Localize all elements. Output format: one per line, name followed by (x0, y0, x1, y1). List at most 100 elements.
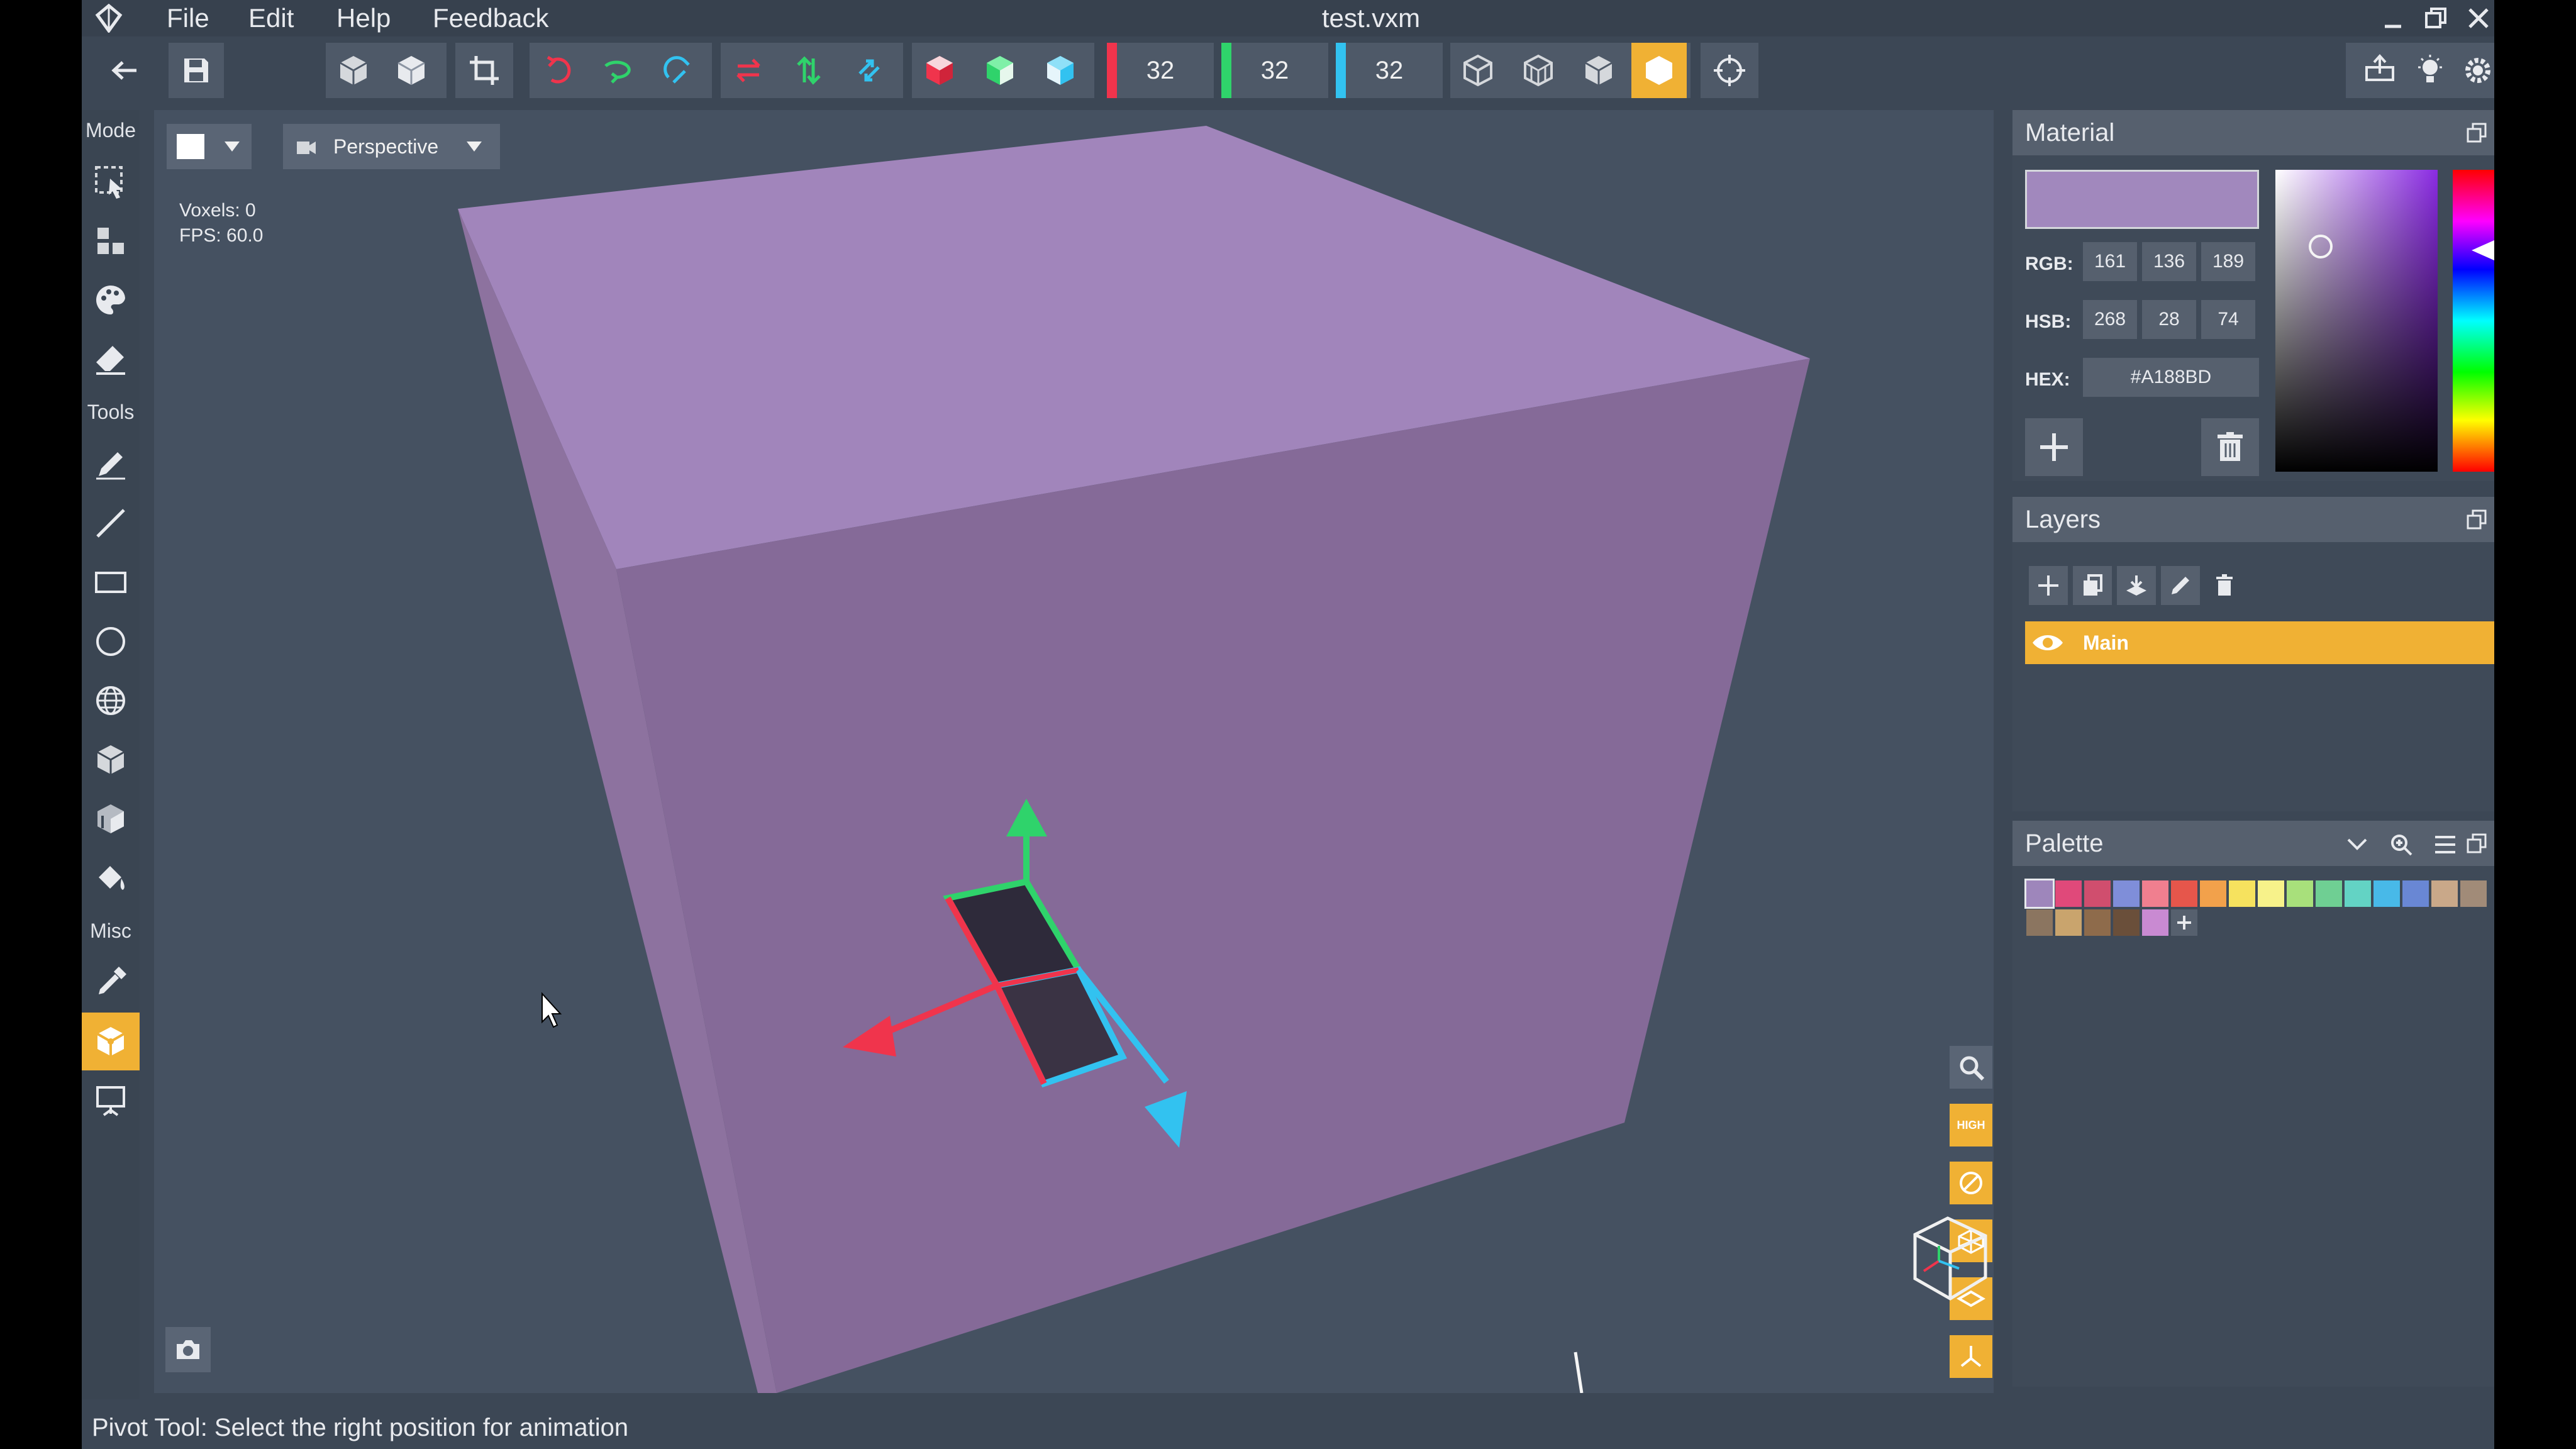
palette-swatch[interactable] (2373, 880, 2400, 907)
fill-tool-button[interactable] (82, 849, 140, 907)
voxel-mode-button[interactable] (82, 212, 140, 270)
wireframe-button[interactable] (1450, 43, 1506, 98)
palette-zoom-button[interactable] (2386, 830, 2416, 860)
hsb-s-field[interactable]: 28 (2142, 300, 2196, 339)
shift-x-button[interactable] (912, 43, 967, 98)
palette-swatch[interactable] (2431, 880, 2458, 907)
paint-mode-button[interactable] (82, 271, 140, 329)
flip-z-button[interactable] (841, 43, 897, 98)
size-y-field[interactable]: 32 (1221, 43, 1328, 98)
size-z-field[interactable]: 32 (1336, 43, 1443, 98)
pencil-tool-button[interactable] (82, 435, 140, 493)
zoom-fit-button[interactable] (1950, 1046, 1992, 1089)
minimize-icon[interactable] (2377, 3, 2409, 34)
add-layer-button[interactable] (2029, 566, 2068, 605)
delete-color-button[interactable] (2201, 418, 2259, 476)
flip-y-button[interactable] (781, 43, 836, 98)
rename-layer-button[interactable] (2161, 566, 2200, 605)
navigation-cube[interactable] (1902, 1211, 1990, 1305)
palette-swatch[interactable] (2258, 880, 2284, 907)
menu-file[interactable]: File (167, 1, 209, 35)
smooth-mode-button[interactable] (1631, 43, 1687, 98)
palette-swatch[interactable] (2142, 909, 2168, 936)
palette-swatch[interactable] (2055, 880, 2082, 907)
rgb-b-field[interactable]: 189 (2201, 242, 2255, 281)
rotate-z-button[interactable] (650, 43, 706, 98)
palette-swatch[interactable] (2113, 909, 2140, 936)
palette-swatch[interactable] (2055, 909, 2082, 936)
view-mode-dropdown[interactable]: Perspective (283, 124, 500, 169)
palette-swatch[interactable] (2287, 880, 2313, 907)
extrude-tool-button[interactable] (82, 790, 140, 848)
eye-visible-icon[interactable] (2031, 630, 2064, 655)
color-mode-dropdown[interactable] (167, 124, 252, 169)
size-x-field[interactable]: 32 (1107, 43, 1214, 98)
float-panel-icon[interactable] (2465, 832, 2488, 855)
add-color-button[interactable] (2025, 418, 2083, 476)
line-tool-button[interactable] (82, 494, 140, 552)
palette-swatch[interactable] (2084, 880, 2111, 907)
menu-feedback[interactable]: Feedback (433, 1, 548, 35)
new-model-button[interactable] (326, 43, 381, 98)
palette-swatch[interactable] (2316, 880, 2342, 907)
save-button[interactable] (169, 43, 224, 98)
palette-menu-button[interactable] (2430, 830, 2460, 860)
palette-swatch[interactable] (2200, 880, 2226, 907)
add-palette-color-button[interactable] (2171, 909, 2197, 936)
shift-y-button[interactable] (972, 43, 1028, 98)
settings-button[interactable] (2450, 43, 2494, 98)
circle-tool-button[interactable] (82, 613, 140, 670)
delete-layer-button[interactable] (2205, 566, 2244, 605)
shift-z-button[interactable] (1033, 43, 1088, 98)
grid-mode-button[interactable] (1511, 43, 1566, 98)
saturation-brightness-picker[interactable] (2275, 170, 2438, 472)
3d-viewport[interactable]: Perspective Voxels: 0 FPS: 60.0 HIGH (154, 110, 1994, 1393)
merge-layer-button[interactable] (2117, 566, 2156, 605)
erase-mode-button[interactable] (82, 330, 140, 388)
hue-slider[interactable] (2453, 170, 2494, 472)
quality-button[interactable]: HIGH (1950, 1104, 1992, 1146)
fill-model-button[interactable] (384, 43, 439, 98)
flip-x-button[interactable] (721, 43, 776, 98)
menu-edit[interactable]: Edit (248, 1, 294, 35)
shading-button[interactable] (1950, 1162, 1992, 1204)
hsb-b-field[interactable]: 74 (2201, 300, 2255, 339)
sphere-tool-button[interactable] (82, 672, 140, 730)
select-mode-button[interactable] (82, 153, 140, 211)
palette-swatch[interactable] (2024, 879, 2055, 909)
center-pivot-button[interactable] (1702, 43, 1757, 98)
hex-field[interactable]: #A188BD (2083, 358, 2259, 397)
axis-toggle-button[interactable] (1950, 1335, 1992, 1378)
back-button[interactable] (97, 43, 152, 98)
palette-swatch[interactable] (2113, 880, 2140, 907)
eyedropper-tool-button[interactable] (82, 953, 140, 1011)
presentation-tool-button[interactable] (82, 1072, 140, 1130)
current-color-swatch[interactable] (2025, 170, 2259, 229)
lighting-button[interactable] (2402, 43, 2458, 98)
export-button[interactable] (2352, 43, 2407, 98)
palette-swatch[interactable] (2084, 909, 2111, 936)
rectangle-tool-button[interactable] (82, 553, 140, 611)
palette-swatch[interactable] (2345, 880, 2371, 907)
close-icon[interactable] (2463, 3, 2494, 34)
palette-swatch[interactable] (2171, 880, 2197, 907)
color-picker-cursor[interactable] (2309, 235, 2333, 258)
palette-swatch[interactable] (2229, 880, 2255, 907)
palette-swatch[interactable] (2460, 880, 2487, 907)
pivot-tool-button[interactable] (82, 1013, 140, 1070)
solid-mode-button[interactable] (1571, 43, 1626, 98)
hue-slider-handle[interactable] (2472, 240, 2494, 260)
palette-swatch[interactable] (2142, 880, 2168, 907)
palette-swatch[interactable] (2402, 880, 2429, 907)
restore-icon[interactable] (2420, 3, 2451, 34)
palette-dropdown-button[interactable] (2342, 830, 2372, 860)
float-panel-icon[interactable] (2465, 121, 2488, 144)
duplicate-layer-button[interactable] (2073, 566, 2112, 605)
palette-swatch[interactable] (2026, 909, 2053, 936)
menu-help[interactable]: Help (336, 1, 391, 35)
hsb-h-field[interactable]: 268 (2083, 300, 2137, 339)
box-tool-button[interactable] (82, 731, 140, 789)
rgb-r-field[interactable]: 161 (2083, 242, 2137, 281)
rotate-y-button[interactable] (590, 43, 645, 98)
rgb-g-field[interactable]: 136 (2142, 242, 2196, 281)
